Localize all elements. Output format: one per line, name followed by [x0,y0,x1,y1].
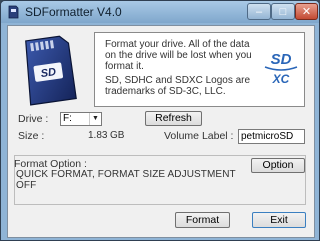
format-warning-text: Format your drive. All of the data on th… [105,39,252,72]
volume-label-label: Volume Label : [164,130,234,142]
sdxc-logo-icon: SD XC [264,51,298,86]
maximize-icon: □ [279,5,287,18]
trademark-text: SD, SDHC and SDXC Logos are trademarks o… [105,75,251,97]
refresh-button[interactable]: Refresh [145,111,202,126]
sdxc-logo-sd: SD [271,51,292,68]
window-title: SDFormatter V4.0 [25,5,122,19]
format-option-text: QUICK FORMAT, FORMAT SIZE ADJUSTMENT OFF [16,169,236,191]
title-bar[interactable]: SDFormatter V4.0 – □ ✕ [1,1,319,23]
sd-card-icon [8,5,19,19]
drive-label: Drive : [18,113,49,125]
minimize-button[interactable]: – [247,3,271,20]
size-value: 1.83 [88,130,108,141]
close-icon: ✕ [301,6,312,18]
maximize-button[interactable]: □ [271,3,295,20]
size-label: Size : [18,130,45,142]
option-button[interactable]: Option [251,158,305,173]
info-panel: Format your drive. All of the data on th… [94,32,305,107]
sd-card-icon: SD [25,35,77,106]
close-button[interactable]: ✕ [295,3,318,20]
drive-select[interactable]: F: ▼ [60,112,102,126]
chevron-down-icon: ▼ [89,113,101,125]
minimize-icon: – [255,5,263,18]
sd-card-logo-text: SD [40,66,57,80]
exit-button[interactable]: Exit [252,212,306,228]
format-button[interactable]: Format [175,212,230,228]
sdformatter-window: SDFormatter V4.0 – □ ✕ SD Format your dr… [0,0,320,241]
size-unit: GB [110,130,125,141]
volume-label-input[interactable]: petmicroSD [238,129,305,144]
drive-value: F: [63,113,72,124]
main-panel: SD Format your drive. All of the data on… [7,25,315,238]
sdxc-logo-xc: XC [272,72,290,86]
